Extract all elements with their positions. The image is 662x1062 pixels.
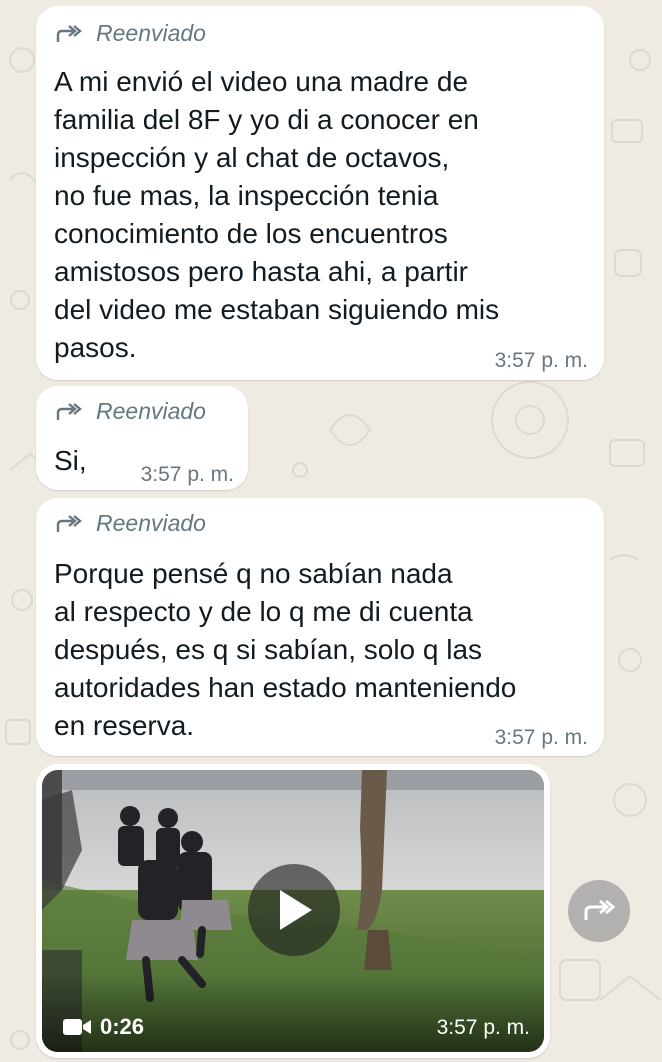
- message-time: 3:57 p. m.: [140, 463, 234, 486]
- video-camera-icon: [63, 1019, 91, 1035]
- play-icon: [280, 890, 312, 930]
- forwarded-icon: [56, 514, 82, 532]
- message-text: A mi envió el video una madre de familia…: [54, 66, 500, 363]
- forward-button[interactable]: [568, 880, 630, 942]
- message-text: Porque pensé q no sabían nada al respect…: [54, 558, 517, 741]
- message-bubble[interactable]: Reenviado Si, 3:57 p. m.: [36, 386, 248, 490]
- forwarded-icon: [56, 24, 82, 42]
- message-time: 3:57 p. m.: [494, 349, 588, 372]
- video-duration: 0:26: [62, 1014, 144, 1040]
- message-bubble[interactable]: Reenviado A mi envió el video una madre …: [36, 6, 604, 380]
- forwarded-label: Reenviado: [96, 510, 206, 536]
- forwarded-indicator: Reenviado: [54, 20, 206, 47]
- forwarded-indicator: Reenviado: [54, 398, 206, 425]
- video-overlay: [42, 972, 544, 1052]
- video-thumbnail[interactable]: 0:26 3:57 p. m.: [42, 770, 544, 1052]
- forwarded-indicator: Reenviado: [54, 510, 206, 537]
- message-bubble[interactable]: Reenviado Porque pensé q no sabían nada …: [36, 498, 604, 756]
- forwarded-icon: [56, 402, 82, 420]
- play-button[interactable]: [248, 864, 340, 956]
- video-duration-text: 0:26: [100, 1014, 145, 1039]
- forwarded-label: Reenviado: [96, 20, 206, 46]
- forwarded-label: Reenviado: [96, 398, 206, 424]
- message-text: Si,: [54, 445, 87, 476]
- forward-icon: [584, 899, 616, 920]
- video-message-time: 3:57 p. m.: [436, 1016, 530, 1039]
- message-time: 3:57 p. m.: [494, 726, 588, 749]
